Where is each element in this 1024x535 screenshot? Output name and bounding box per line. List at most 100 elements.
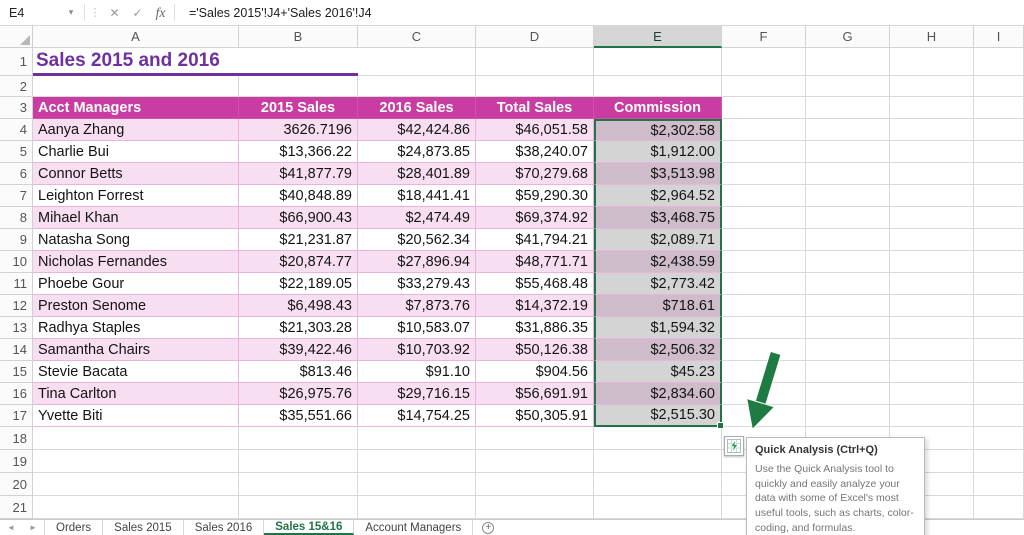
cell-C14[interactable]: $10,703.92 bbox=[358, 339, 476, 361]
cell-F2[interactable] bbox=[722, 76, 806, 97]
sheet-tab-orders[interactable]: Orders bbox=[44, 520, 104, 535]
cell-C19[interactable] bbox=[358, 450, 476, 473]
cell-H6[interactable] bbox=[890, 163, 974, 185]
cell-D14[interactable]: $50,126.38 bbox=[476, 339, 594, 361]
row-header-2[interactable]: 2 bbox=[0, 76, 33, 97]
cell-H14[interactable] bbox=[890, 339, 974, 361]
enter-button[interactable]: ✓ bbox=[126, 0, 149, 25]
cell-F10[interactable] bbox=[722, 251, 806, 273]
select-all-button[interactable] bbox=[0, 26, 33, 48]
row-header-7[interactable]: 7 bbox=[0, 185, 33, 207]
cell-I3[interactable] bbox=[974, 97, 1024, 119]
tab-scroll-right-icon[interactable]: ► bbox=[22, 520, 44, 535]
cell-D9[interactable]: $41,794.21 bbox=[476, 229, 594, 251]
row-header-18[interactable]: 18 bbox=[0, 427, 33, 450]
cell-F9[interactable] bbox=[722, 229, 806, 251]
row-header-3[interactable]: 3 bbox=[0, 97, 33, 119]
cell-E6[interactable]: $3,513.98 bbox=[594, 163, 722, 185]
cell-I6[interactable] bbox=[974, 163, 1024, 185]
cell-H5[interactable] bbox=[890, 141, 974, 163]
cell-C8[interactable]: $2,474.49 bbox=[358, 207, 476, 229]
cell-B2[interactable] bbox=[239, 76, 358, 97]
cell-A4[interactable]: Aanya Zhang bbox=[33, 119, 239, 141]
cell-B7[interactable]: $40,848.89 bbox=[239, 185, 358, 207]
cell-A13[interactable]: Radhya Staples bbox=[33, 317, 239, 339]
cell-E15[interactable]: $45.23 bbox=[594, 361, 722, 383]
cell-B15[interactable]: $813.46 bbox=[239, 361, 358, 383]
cell-C16[interactable]: $29,716.15 bbox=[358, 383, 476, 405]
cell-B14[interactable]: $39,422.46 bbox=[239, 339, 358, 361]
cell-A16[interactable]: Tina Carlton bbox=[33, 383, 239, 405]
cell-C20[interactable] bbox=[358, 473, 476, 496]
cell-H13[interactable] bbox=[890, 317, 974, 339]
cell-C21[interactable] bbox=[358, 496, 476, 519]
cell-A6[interactable]: Connor Betts bbox=[33, 163, 239, 185]
cell-C6[interactable]: $28,401.89 bbox=[358, 163, 476, 185]
cell-I13[interactable] bbox=[974, 317, 1024, 339]
cell-D1[interactable] bbox=[476, 48, 594, 76]
cell-G3[interactable] bbox=[806, 97, 890, 119]
cell-D11[interactable]: $55,468.48 bbox=[476, 273, 594, 295]
cell-I16[interactable] bbox=[974, 383, 1024, 405]
cell-D19[interactable] bbox=[476, 450, 594, 473]
cell-B16[interactable]: $26,975.76 bbox=[239, 383, 358, 405]
row-header-10[interactable]: 10 bbox=[0, 251, 33, 273]
cell-H1[interactable] bbox=[890, 48, 974, 76]
cell-C17[interactable]: $14,754.25 bbox=[358, 405, 476, 427]
cell-E10[interactable]: $2,438.59 bbox=[594, 251, 722, 273]
cell-B3[interactable]: 2015 Sales bbox=[239, 97, 358, 119]
cell-B12[interactable]: $6,498.43 bbox=[239, 295, 358, 317]
column-header-B[interactable]: B bbox=[239, 26, 358, 48]
cell-E14[interactable]: $2,506.32 bbox=[594, 339, 722, 361]
cell-D8[interactable]: $69,374.92 bbox=[476, 207, 594, 229]
cell-H11[interactable] bbox=[890, 273, 974, 295]
cell-A18[interactable] bbox=[33, 427, 239, 450]
cell-C12[interactable]: $7,873.76 bbox=[358, 295, 476, 317]
cell-A7[interactable]: Leighton Forrest bbox=[33, 185, 239, 207]
cell-G6[interactable] bbox=[806, 163, 890, 185]
cell-G8[interactable] bbox=[806, 207, 890, 229]
cell-E17[interactable]: $2,515.30 bbox=[594, 405, 724, 429]
cell-D21[interactable] bbox=[476, 496, 594, 519]
cell-D4[interactable]: $46,051.58 bbox=[476, 119, 594, 141]
sheet-tab-account-managers[interactable]: Account Managers bbox=[354, 520, 474, 535]
cell-B10[interactable]: $20,874.77 bbox=[239, 251, 358, 273]
cell-A14[interactable]: Samantha Chairs bbox=[33, 339, 239, 361]
cell-D6[interactable]: $70,279.68 bbox=[476, 163, 594, 185]
cell-A9[interactable]: Natasha Song bbox=[33, 229, 239, 251]
cell-E9[interactable]: $2,089.71 bbox=[594, 229, 722, 251]
cell-I8[interactable] bbox=[974, 207, 1024, 229]
cell-F7[interactable] bbox=[722, 185, 806, 207]
cell-B6[interactable]: $41,877.79 bbox=[239, 163, 358, 185]
row-header-11[interactable]: 11 bbox=[0, 273, 33, 295]
cell-F3[interactable] bbox=[722, 97, 806, 119]
column-header-E[interactable]: E bbox=[594, 26, 722, 48]
cell-B20[interactable] bbox=[239, 473, 358, 496]
cell-C10[interactable]: $27,896.94 bbox=[358, 251, 476, 273]
cell-F5[interactable] bbox=[722, 141, 806, 163]
cell-G10[interactable] bbox=[806, 251, 890, 273]
row-header-6[interactable]: 6 bbox=[0, 163, 33, 185]
row-header-5[interactable]: 5 bbox=[0, 141, 33, 163]
cell-I19[interactable] bbox=[974, 450, 1024, 473]
cell-H10[interactable] bbox=[890, 251, 974, 273]
cancel-button[interactable]: ✕ bbox=[103, 0, 126, 25]
cell-I21[interactable] bbox=[974, 496, 1024, 519]
new-sheet-button[interactable]: + bbox=[473, 520, 503, 535]
cell-A12[interactable]: Preston Senome bbox=[33, 295, 239, 317]
cell-D16[interactable]: $56,691.91 bbox=[476, 383, 594, 405]
cell-A5[interactable]: Charlie Bui bbox=[33, 141, 239, 163]
cell-E13[interactable]: $1,594.32 bbox=[594, 317, 722, 339]
cell-E5[interactable]: $1,912.00 bbox=[594, 141, 722, 163]
cell-B13[interactable]: $21,303.28 bbox=[239, 317, 358, 339]
cell-E8[interactable]: $3,468.75 bbox=[594, 207, 722, 229]
cell-H3[interactable] bbox=[890, 97, 974, 119]
row-header-14[interactable]: 14 bbox=[0, 339, 33, 361]
cell-I7[interactable] bbox=[974, 185, 1024, 207]
formula-input[interactable]: ='Sales 2015'!J4+'Sales 2016'!J4 bbox=[177, 0, 1024, 25]
cell-F13[interactable] bbox=[722, 317, 806, 339]
row-header-13[interactable]: 13 bbox=[0, 317, 33, 339]
cell-D12[interactable]: $14,372.19 bbox=[476, 295, 594, 317]
tab-scroll-left-icon[interactable]: ◄ bbox=[0, 520, 22, 535]
cell-B9[interactable]: $21,231.87 bbox=[239, 229, 358, 251]
